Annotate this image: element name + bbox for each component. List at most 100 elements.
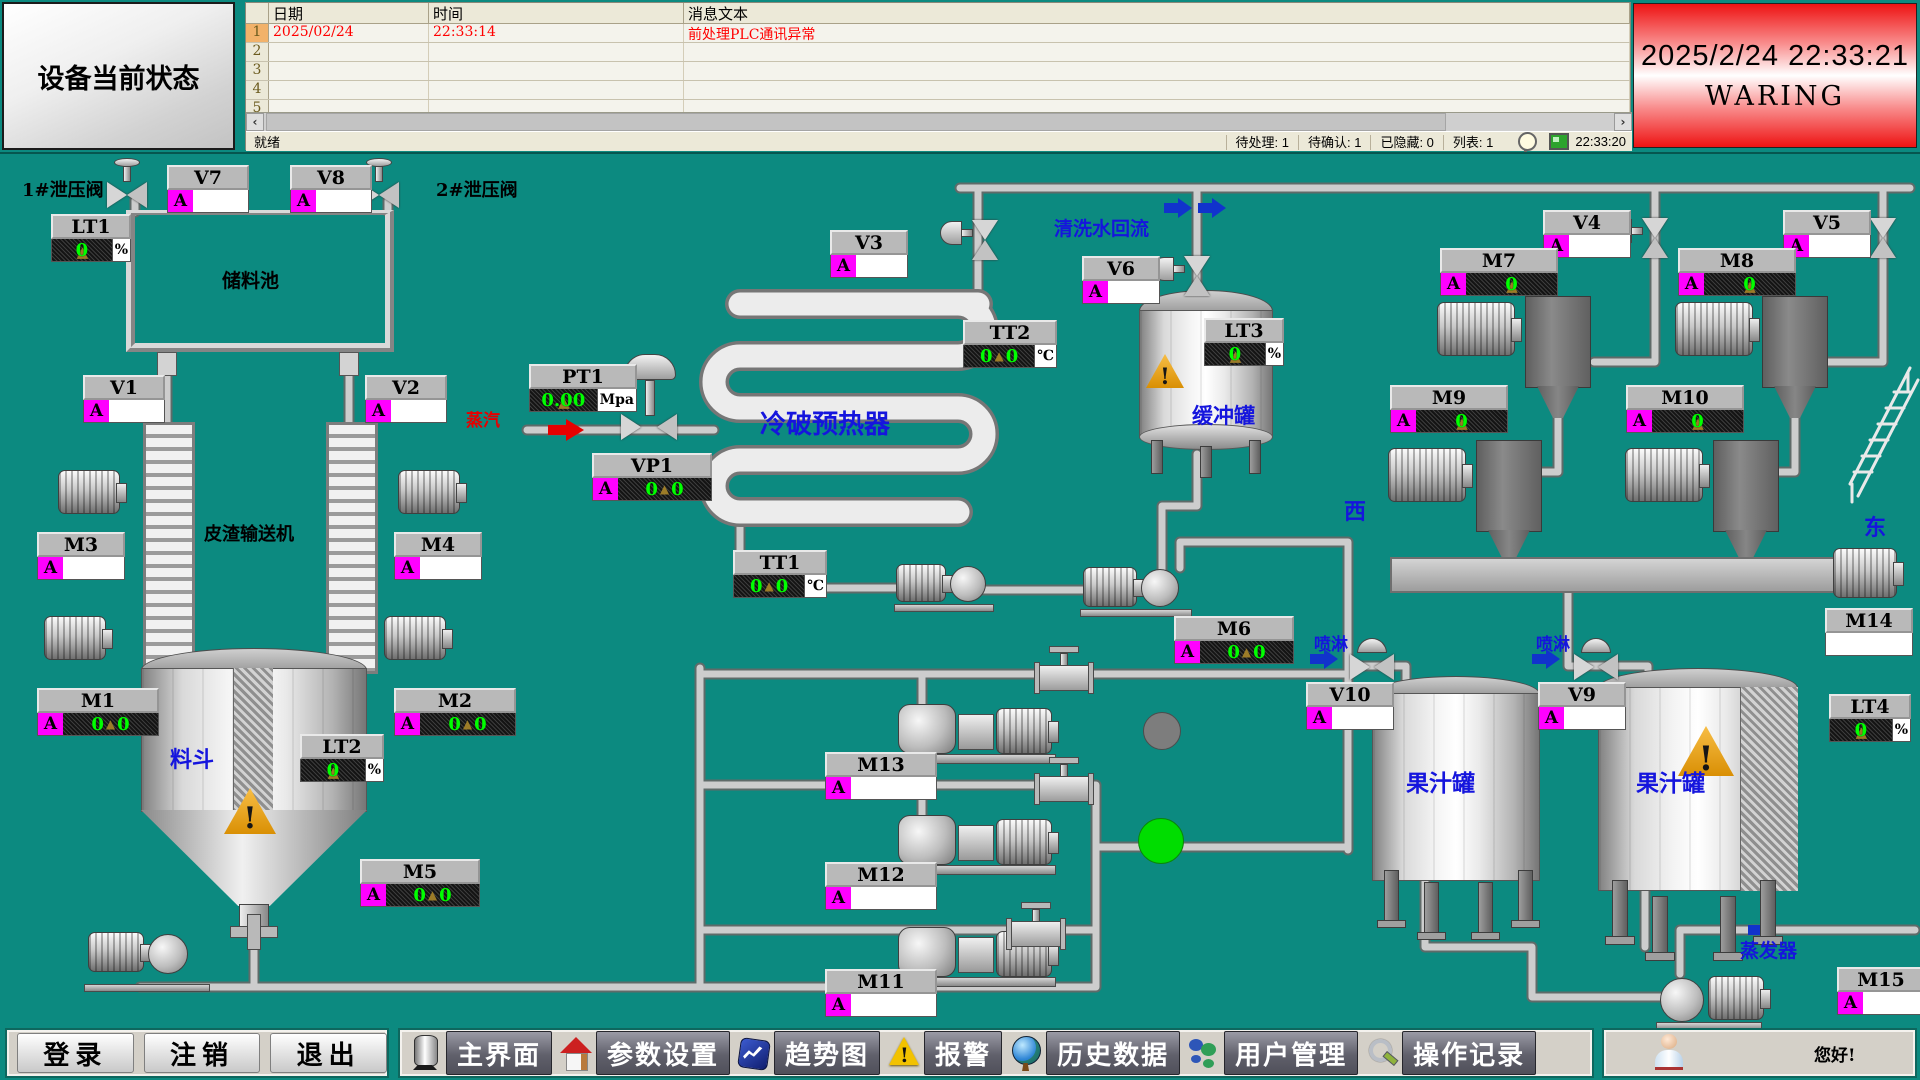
tag-LT3[interactable]: LT3▲0% (1204, 318, 1284, 366)
trend-chart-button[interactable]: 趋势图 (774, 1031, 880, 1075)
tag-V1[interactable]: V1A (83, 375, 165, 423)
motor-m2[interactable] (384, 616, 446, 660)
juice-tank-1 (1372, 676, 1540, 942)
user-management-button[interactable]: 用户管理 (1224, 1031, 1358, 1075)
tag-V7[interactable]: V7A (167, 165, 249, 213)
login-button[interactable]: 登录 (17, 1033, 134, 1073)
trend-icon (738, 1033, 770, 1073)
spray-valve-1[interactable] (1346, 638, 1398, 688)
tag-M11[interactable]: M11A (825, 969, 937, 1017)
valve-v1-body[interactable] (157, 352, 177, 376)
tag-M9[interactable]: M9A▲0 (1390, 385, 1508, 433)
pump-m15[interactable] (1656, 972, 1768, 1030)
operation-log-button[interactable]: 操作记录 (1402, 1031, 1536, 1075)
motor-m10[interactable] (1625, 448, 1703, 502)
separator-m7 (1525, 296, 1591, 388)
main-screen-button[interactable]: 主界面 (446, 1031, 552, 1075)
scroll-right-arrow-icon[interactable]: › (1614, 113, 1632, 131)
alarm-table-hscrollbar[interactable]: ‹ › (246, 112, 1632, 131)
alarm-banner[interactable]: 2025/2/24 22:33:21 WARING (1633, 3, 1917, 148)
motor-m14[interactable] (1833, 548, 1897, 598)
tag-M7[interactable]: M7A▲0 (1440, 248, 1558, 296)
tag-M8[interactable]: M8A▲0 (1678, 248, 1796, 296)
tag-M13[interactable]: M13A (825, 752, 937, 800)
tag-title: LT3 (1204, 318, 1284, 343)
alarm-cell-time (429, 43, 684, 61)
tag-TT1[interactable]: TT10▲0℃ (733, 550, 827, 598)
spray-valve-2[interactable] (1570, 638, 1622, 688)
alarm-row[interactable]: 4 (246, 81, 1630, 100)
alarm-banner-status: WARING (1705, 81, 1845, 112)
motor-m8[interactable] (1675, 302, 1753, 356)
buffer-tank-warning-icon: ! (1146, 354, 1184, 388)
tag-M10[interactable]: M10A▲0 (1626, 385, 1744, 433)
tag-V9[interactable]: V9A (1538, 682, 1626, 730)
bulb-icon[interactable] (1518, 132, 1537, 151)
exit-button[interactable]: 退出 (270, 1033, 387, 1073)
alarm-row[interactable]: 3 (246, 62, 1630, 81)
tag-auto-flag: A (361, 884, 386, 906)
alarm-row[interactable]: 2 (246, 43, 1630, 62)
history-data-button[interactable]: 历史数据 (1046, 1031, 1180, 1075)
tag-V10[interactable]: V10A (1306, 682, 1394, 730)
tag-M3[interactable]: M3A (37, 532, 125, 580)
tag-M5[interactable]: M5A0▲0 (360, 859, 480, 907)
alarm-row[interactable]: 12025/02/2422:33:14前处理PLC通讯异常 (246, 24, 1630, 43)
steam-arrow (548, 419, 584, 441)
tag-value-row: 0▲0℃ (963, 345, 1057, 368)
tag-TT2[interactable]: TT20▲0℃ (963, 320, 1057, 368)
valve-v6[interactable] (1152, 248, 1210, 288)
logout-button[interactable]: 注销 (144, 1033, 261, 1073)
pump-m6[interactable] (1080, 563, 1196, 619)
tag-M2[interactable]: M2A0▲0 (394, 688, 516, 736)
preheater-outlet-pump[interactable] (894, 560, 998, 614)
motor-m1[interactable] (44, 616, 106, 660)
user-icon (1652, 1032, 1684, 1074)
status-item: 待处理: 1 (1226, 135, 1298, 150)
tag-LT2[interactable]: LT2▲0% (300, 734, 384, 782)
alarm-table: 日期 时间 消息文本 12025/02/2422:33:14前处理PLC通讯异常… (245, 2, 1631, 150)
tag-LT4[interactable]: LT4▲0% (1829, 694, 1911, 742)
motor-m4[interactable] (398, 470, 460, 514)
tag-auto-flag: A (168, 190, 193, 212)
tag-PT1[interactable]: PT1▲0.00Mpa (529, 364, 637, 412)
tag-value: ▲0 (1652, 410, 1743, 432)
tag-title: M12 (825, 862, 937, 887)
tag-value-blank (851, 777, 936, 799)
tag-V8[interactable]: V8A (290, 165, 372, 213)
tag-V6[interactable]: V6A (1082, 256, 1160, 304)
relief-valve-1[interactable] (106, 158, 150, 206)
scrollbar-thumb[interactable] (266, 113, 1446, 131)
valve-v2-body[interactable] (339, 352, 359, 376)
motor-m9[interactable] (1388, 448, 1466, 502)
motor-m3[interactable] (58, 470, 120, 514)
tag-M4[interactable]: M4A (394, 532, 482, 580)
tag-M14[interactable]: M14 (1825, 608, 1913, 656)
tag-auto-flag: A (826, 777, 851, 799)
tag-value-blank (1108, 281, 1159, 303)
scroll-left-arrow-icon[interactable]: ‹ (246, 113, 264, 131)
tag-M15[interactable]: M15A (1837, 967, 1920, 1015)
alarm-cell-message: 前处理PLC通讯异常 (684, 24, 1630, 42)
motor-m7[interactable] (1437, 302, 1515, 356)
tag-VP1[interactable]: VP1A0▲0 (592, 453, 712, 501)
tag-M1[interactable]: M1A0▲0 (37, 688, 159, 736)
alarm-button[interactable]: 报警 (924, 1031, 1002, 1075)
tag-value: 0▲0 (420, 713, 515, 735)
valve-v3[interactable] (940, 212, 998, 252)
inline-valve-3[interactable] (1006, 902, 1066, 950)
tag-LT1[interactable]: LT1▲0% (51, 214, 131, 262)
tag-V5[interactable]: V5A (1783, 210, 1871, 258)
tag-value-row: A (83, 400, 165, 423)
tag-V3[interactable]: V3A (830, 230, 908, 278)
parameter-settings-button[interactable]: 参数设置 (596, 1031, 730, 1075)
tag-M6[interactable]: M6A0▲0 (1174, 616, 1294, 664)
hopper-discharge-pump[interactable] (84, 926, 214, 996)
inline-valve-1[interactable] (1034, 646, 1094, 694)
tag-V2[interactable]: V2A (365, 375, 447, 423)
tag-value-blank (856, 255, 907, 277)
hopper-outlet-flange-v (247, 914, 261, 950)
tag-M12[interactable]: M12A (825, 862, 937, 910)
tag-value-row: ▲0% (1829, 719, 1911, 742)
inline-valve-2[interactable] (1034, 757, 1094, 805)
